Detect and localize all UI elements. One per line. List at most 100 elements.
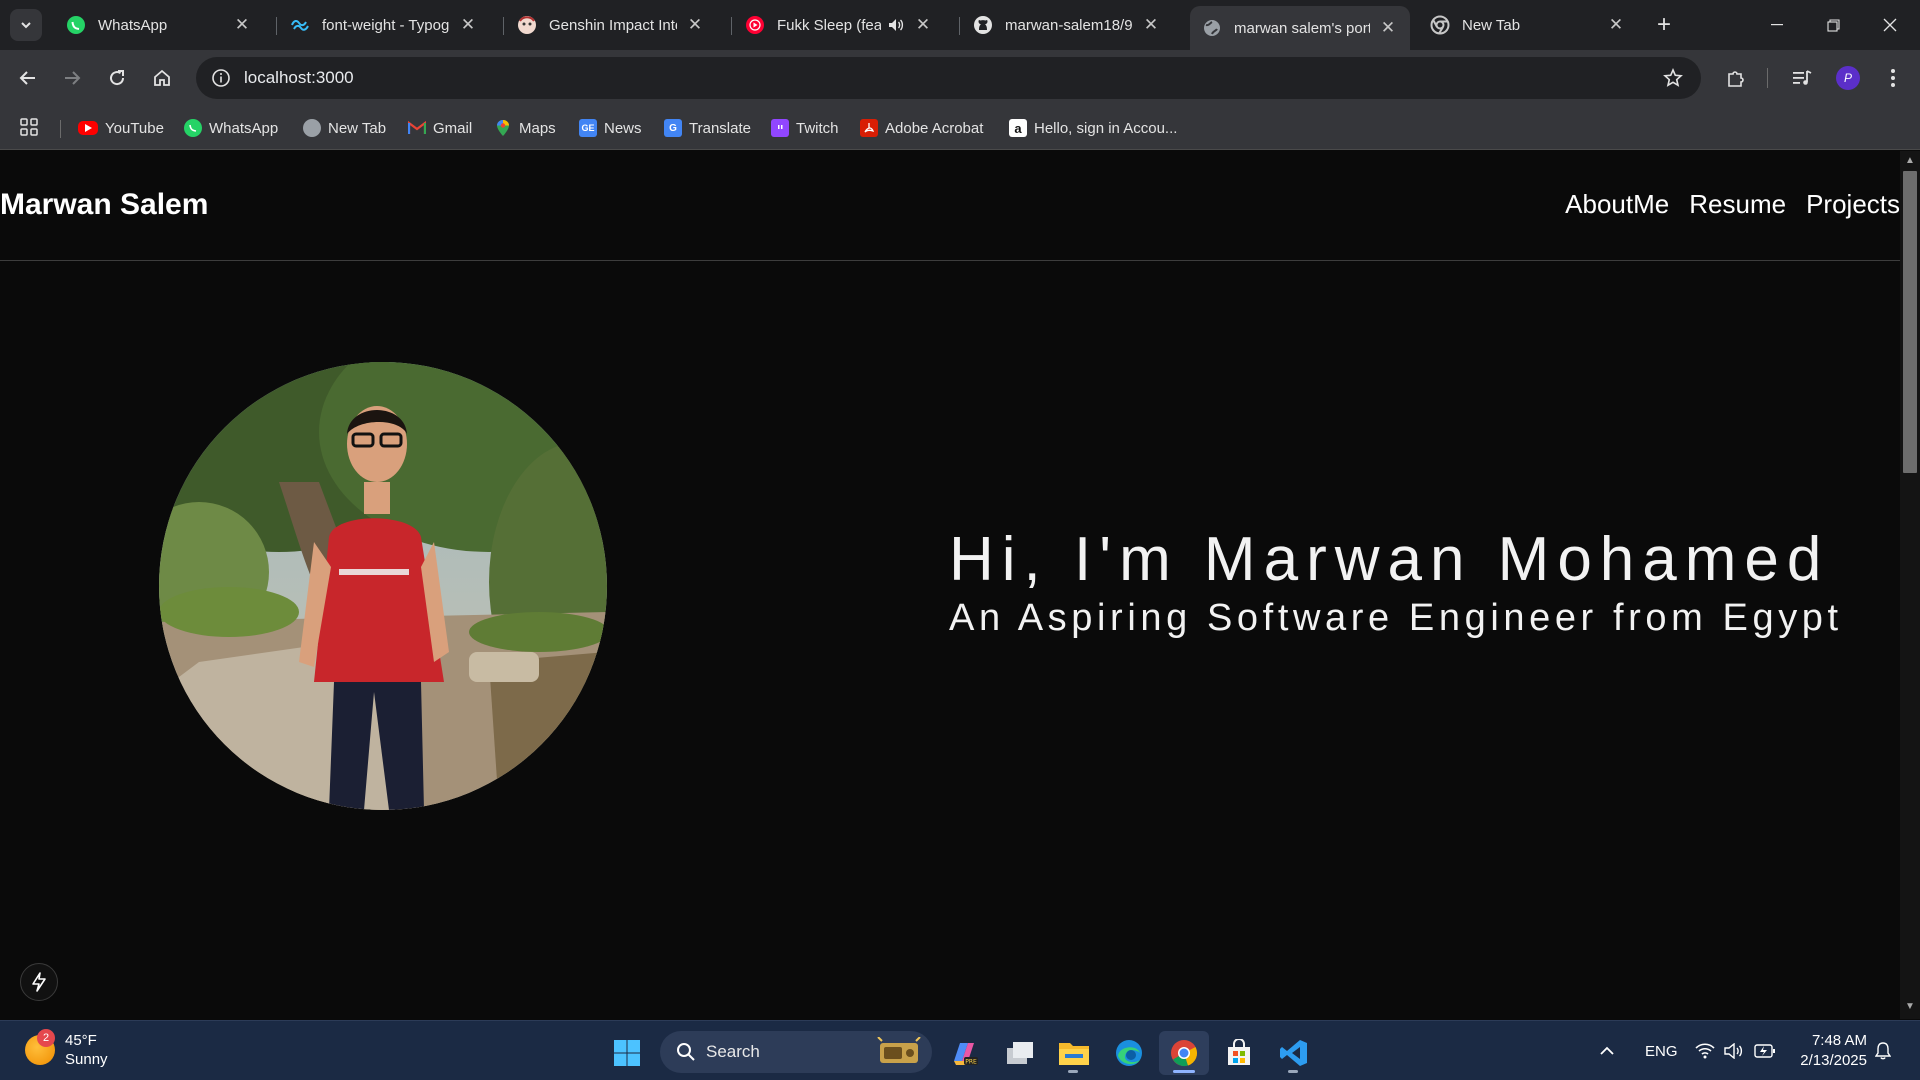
extensions-button[interactable]	[1718, 60, 1754, 96]
tab-search-button[interactable]	[10, 9, 42, 41]
scroll-down-arrow-icon[interactable]: ▼	[1904, 1001, 1916, 1013]
taskbar-file-explorer[interactable]	[1049, 1031, 1099, 1075]
home-button[interactable]	[144, 60, 180, 96]
bookmark-youtube[interactable]: YouTube	[78, 115, 164, 141]
running-indicator	[1288, 1070, 1298, 1073]
tab-github[interactable]: marwan-salem18/9X ✕	[961, 6, 1173, 44]
close-icon[interactable]: ✕	[1606, 15, 1626, 35]
scroll-thumb[interactable]	[1903, 171, 1917, 473]
bookmark-new-tab[interactable]: New Tab	[303, 115, 386, 141]
toolbar-divider	[1767, 68, 1768, 88]
reload-button[interactable]	[99, 60, 135, 96]
arrow-right-icon	[65, 71, 81, 85]
bookmark-label: YouTube	[105, 119, 164, 137]
tab-fukk-sleep[interactable]: Fukk Sleep (feat. ✕	[733, 6, 945, 44]
bookmarks-bar: YouTube WhatsApp New Tab Gmail Maps GE N…	[0, 106, 1920, 150]
bookmark-translate[interactable]: G Translate	[664, 115, 751, 141]
speaker-icon[interactable]	[887, 17, 905, 33]
close-window-button[interactable]	[1862, 0, 1918, 50]
battery-button[interactable]	[1754, 1021, 1776, 1080]
taskbar: 2 45°F Sunny Search PRE ENG 7:48 AM 2/13…	[0, 1020, 1920, 1080]
bookmark-label: New Tab	[328, 119, 387, 137]
weather-widget[interactable]: 2 45°F Sunny	[25, 1029, 108, 1069]
tab-genshin[interactable]: Genshin Impact Inter ✕	[505, 6, 717, 44]
tab-separator	[731, 17, 732, 35]
taskbar-store[interactable]	[1214, 1031, 1264, 1075]
bookmark-gmail[interactable]: Gmail	[408, 115, 472, 141]
system-clock[interactable]: 7:48 AM 2/13/2025	[1791, 1031, 1867, 1071]
genshin-icon	[517, 15, 537, 35]
tab-title: WhatsApp	[98, 16, 168, 34]
tab-font-weight[interactable]: font-weight - Typogr ✕	[278, 6, 490, 44]
profile-button[interactable]: P	[1830, 60, 1866, 96]
tab-whatsapp[interactable]: WhatsApp ✕	[54, 6, 264, 44]
page-scrollbar[interactable]: ▲ ▼	[1900, 151, 1920, 1019]
sun-icon: 2	[25, 1029, 55, 1065]
maps-icon	[494, 119, 512, 137]
forward-button[interactable]	[54, 60, 90, 96]
taskbar-edge[interactable]	[1104, 1031, 1154, 1075]
nav-link-projects[interactable]: Projects	[1806, 189, 1900, 220]
bookmark-amazon[interactable]: a Hello, sign in Accou...	[1009, 115, 1177, 141]
volume-button[interactable]	[1724, 1021, 1744, 1080]
close-icon[interactable]: ✕	[232, 15, 252, 35]
taskbar-search[interactable]: Search	[660, 1031, 932, 1073]
taskbar-chrome[interactable]	[1159, 1031, 1209, 1075]
close-icon	[1883, 18, 1897, 32]
nav-link-about-me[interactable]: AboutMe	[1565, 189, 1669, 220]
close-icon[interactable]: ✕	[1141, 15, 1161, 35]
taskbar-task-view[interactable]	[995, 1031, 1045, 1075]
running-indicator	[1068, 1070, 1078, 1073]
clock-time: 7:48 AM	[1811, 1032, 1867, 1049]
bookmark-twitch[interactable]: Twitch	[771, 115, 839, 141]
bookmark-news[interactable]: GE News	[579, 115, 642, 141]
close-icon[interactable]: ✕	[685, 15, 705, 35]
scroll-up-arrow-icon[interactable]: ▲	[1904, 155, 1916, 167]
whatsapp-icon	[66, 15, 86, 35]
start-button[interactable]	[602, 1031, 652, 1075]
minimize-button[interactable]	[1749, 0, 1805, 50]
notifications-button[interactable]	[1875, 1021, 1891, 1080]
media-control-button[interactable]	[1784, 60, 1820, 96]
address-bar[interactable]: localhost:3000	[196, 57, 1701, 99]
tab-title: Genshin Impact Inter	[549, 16, 677, 34]
dev-tools-indicator[interactable]	[20, 963, 58, 1001]
language-indicator[interactable]: ENG	[1645, 1021, 1678, 1080]
network-button[interactable]	[1695, 1021, 1715, 1080]
browser-toolbar: localhost:3000 P	[0, 50, 1920, 106]
search-label: Search	[706, 1042, 760, 1061]
close-icon[interactable]: ✕	[913, 15, 933, 35]
bookmark-acrobat[interactable]: Adobe Acrobat	[860, 115, 983, 141]
bookmark-label: Adobe Acrobat	[885, 119, 984, 137]
taskbar-vscode[interactable]	[1269, 1031, 1319, 1075]
back-button[interactable]	[10, 60, 46, 96]
bookmark-label: Hello, sign in Accou...	[1034, 119, 1178, 137]
restore-button[interactable]	[1805, 0, 1861, 50]
taskbar-copilot[interactable]: PRE	[939, 1031, 989, 1075]
tab-new-tab[interactable]: New Tab ✕	[1418, 6, 1638, 44]
task-view-icon	[1007, 1042, 1033, 1064]
bookmark-whatsapp[interactable]: WhatsApp	[184, 115, 278, 141]
close-icon[interactable]: ✕	[458, 15, 478, 35]
site-brand[interactable]: Marwan Salem	[0, 188, 208, 222]
bookmark-star-icon[interactable]	[1661, 66, 1685, 90]
svg-text:PRE: PRE	[965, 1059, 977, 1066]
globe-icon	[303, 119, 321, 137]
address-text: localhost:3000	[244, 68, 354, 87]
new-tab-button[interactable]: +	[1648, 9, 1680, 41]
bookmark-maps[interactable]: Maps	[494, 115, 556, 141]
tab-portfolio[interactable]: marwan salem's port ✕	[1190, 6, 1410, 50]
bookmark-label: WhatsApp	[209, 119, 279, 137]
nav-link-resume[interactable]: Resume	[1689, 189, 1786, 220]
kebab-menu-icon	[1891, 69, 1895, 87]
acrobat-icon	[860, 119, 878, 137]
site-info-icon[interactable]	[202, 59, 240, 97]
bookmark-label: Translate	[689, 119, 751, 137]
notification-badge: 2	[37, 1029, 55, 1047]
close-icon[interactable]: ✕	[1378, 18, 1398, 38]
show-hidden-icons-button[interactable]	[1600, 1021, 1614, 1080]
apps-grid-icon[interactable]	[20, 118, 38, 141]
bookmark-label: News	[604, 119, 642, 137]
menu-button[interactable]	[1875, 60, 1911, 96]
profile-photo	[159, 362, 607, 810]
